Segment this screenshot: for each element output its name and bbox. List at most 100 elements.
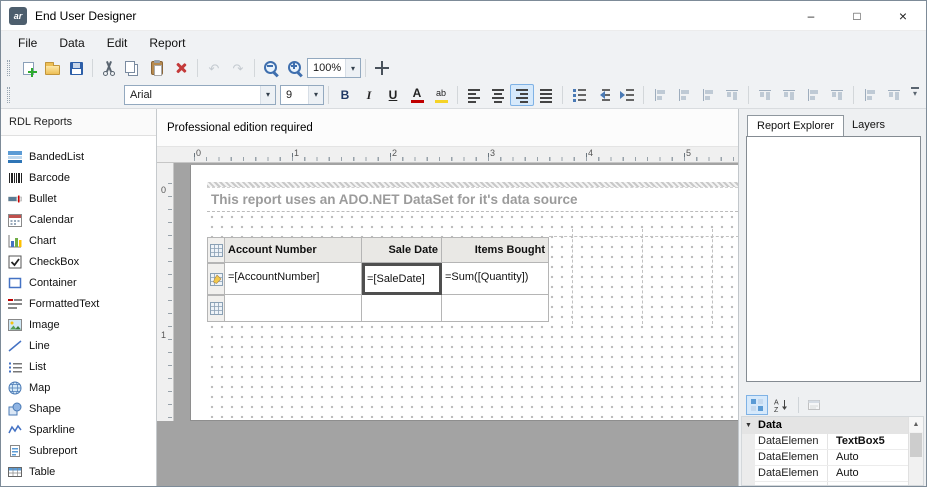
bold-button[interactable]: B — [333, 84, 357, 106]
table-footer-cell[interactable] — [362, 295, 442, 322]
toolbox-item-bullet[interactable]: Bullet — [1, 188, 156, 209]
property-row[interactable]: DataElemen Auto — [742, 466, 908, 482]
toolbox-item-calendar[interactable]: Calendar — [1, 209, 156, 230]
toolbox-item-line[interactable]: Line — [1, 335, 156, 356]
categorized-view-button[interactable] — [746, 395, 768, 415]
property-row-partial[interactable] — [742, 482, 908, 485]
table-header-cell-account-number[interactable]: Account Number — [225, 237, 362, 263]
align-left-button[interactable] — [462, 84, 486, 106]
copy-button[interactable] — [121, 57, 145, 79]
toolbox-item-sparkline[interactable]: Sparkline — [1, 419, 156, 440]
highlight-color-button[interactable]: ab — [429, 84, 453, 106]
align-middles-button[interactable] — [753, 84, 777, 106]
tab-report-explorer[interactable]: Report Explorer — [747, 115, 845, 136]
align-rights-button[interactable] — [696, 84, 720, 106]
menu-file[interactable]: File — [7, 32, 48, 55]
toolbox-item-shape[interactable]: Shape — [1, 398, 156, 419]
align-right-button[interactable] — [510, 83, 534, 106]
toolbox-item-table[interactable]: Table — [1, 461, 156, 482]
decrease-indent-button[interactable] — [591, 84, 615, 106]
underline-button[interactable]: U — [381, 84, 405, 106]
bullet-list-button[interactable] — [567, 84, 591, 106]
menu-edit[interactable]: Edit — [96, 32, 139, 55]
table-footer-cell[interactable] — [225, 295, 362, 322]
font-name-combobox[interactable]: Arial ▾ — [124, 84, 276, 105]
property-value[interactable] — [832, 482, 908, 485]
property-pages-button[interactable] — [803, 395, 825, 415]
menu-report[interactable]: Report — [138, 32, 196, 55]
table-header-cell-items-bought[interactable]: Items Bought — [442, 237, 549, 263]
align-center-button[interactable] — [486, 84, 510, 106]
toolbar-grip[interactable] — [7, 86, 10, 103]
toolbox-item-image[interactable]: Image — [1, 314, 156, 335]
toolbar-separator — [798, 397, 799, 413]
align-lefts-button[interactable] — [648, 84, 672, 106]
design-canvas[interactable]: This report uses an ADO.NET DataSet for … — [174, 163, 738, 486]
redo-button[interactable]: ↷ — [226, 57, 250, 79]
table-header-cell-sale-date[interactable]: Sale Date — [362, 237, 442, 263]
increase-indent-button[interactable] — [615, 84, 639, 106]
align-justify-button[interactable] — [534, 84, 558, 106]
table-detail-row-handle[interactable] — [207, 263, 225, 295]
same-height-icon — [830, 87, 844, 102]
scroll-up-button[interactable]: ▲ — [909, 417, 923, 432]
close-button[interactable]: × — [880, 1, 926, 30]
maximize-button[interactable]: □ — [834, 1, 880, 30]
align-bottoms-button[interactable] — [777, 84, 801, 106]
undo-button[interactable]: ↶ — [202, 57, 226, 79]
align-tops-button[interactable] — [720, 84, 744, 106]
font-color-button[interactable]: A — [405, 84, 429, 106]
toolbox-item-map[interactable]: Map — [1, 377, 156, 398]
zoom-out-button[interactable] — [259, 57, 283, 79]
delete-button[interactable] — [169, 57, 193, 79]
table-footer-row-handle[interactable] — [207, 295, 225, 322]
snap-to-grid-button[interactable] — [882, 84, 906, 106]
table-footer-cell[interactable] — [442, 295, 549, 322]
same-height-button[interactable] — [825, 84, 849, 106]
property-value[interactable]: TextBox5 — [832, 434, 908, 449]
toolbox-item-list[interactable]: List — [1, 356, 156, 377]
report-explorer-tree[interactable] — [746, 136, 921, 382]
report-title-textbox[interactable]: This report uses an ADO.NET DataSet for … — [207, 187, 738, 212]
property-category-data[interactable]: ▼ Data — [742, 417, 908, 434]
toolbox-item-barcode[interactable]: Barcode — [1, 167, 156, 188]
scroll-thumb[interactable] — [910, 433, 922, 457]
alphabetical-sort-button[interactable]: AZ — [770, 395, 792, 415]
table-cell-accountnumber[interactable]: =[AccountNumber] — [225, 263, 362, 295]
properties-scrollbar[interactable]: ▲ — [908, 417, 923, 485]
toolbox-item-chart[interactable]: Chart — [1, 230, 156, 251]
property-row[interactable]: DataElemen TextBox5 — [742, 434, 908, 450]
tab-layers[interactable]: Layers — [843, 115, 894, 136]
font-size-combobox[interactable]: 9 ▾ — [280, 84, 324, 105]
zoom-level-combobox[interactable]: 100% ▾ — [307, 58, 361, 78]
align-centers-button[interactable] — [672, 84, 696, 106]
category-collapse-icon[interactable]: ▼ — [745, 417, 752, 434]
save-button[interactable] — [64, 57, 88, 79]
property-value[interactable]: Auto — [832, 450, 908, 465]
menu-data[interactable]: Data — [48, 32, 95, 55]
report-page[interactable]: This report uses an ADO.NET DataSet for … — [190, 165, 738, 421]
italic-button[interactable]: I — [357, 84, 381, 106]
property-row[interactable]: DataElemen Auto — [742, 450, 908, 466]
toolbox-item-subreport[interactable]: Subreport — [1, 440, 156, 461]
toolbox-item-checkbox[interactable]: CheckBox — [1, 251, 156, 272]
same-width-button[interactable] — [801, 84, 825, 106]
cut-button[interactable] — [97, 57, 121, 79]
paste-button[interactable] — [145, 57, 169, 79]
pan-button[interactable] — [370, 57, 394, 79]
table-cell-saledate-selected[interactable]: =[SaleDate] — [362, 263, 442, 295]
toolbox-item-container[interactable]: Container — [1, 272, 156, 293]
report-table[interactable]: Account Number Sale Date Items Bought =[… — [207, 237, 549, 322]
zoom-in-button[interactable] — [283, 57, 307, 79]
new-report-button[interactable] — [16, 57, 40, 79]
table-header-row-handle[interactable] — [207, 237, 225, 263]
property-value[interactable]: Auto — [832, 466, 908, 481]
toolbox-item-formattedtext[interactable]: FormattedText — [1, 293, 156, 314]
toolbox-item-bandedlist[interactable]: BandedList — [1, 146, 156, 167]
table-cell-quantity[interactable]: =Sum([Quantity]) — [442, 263, 549, 295]
minimize-button[interactable]: – — [788, 1, 834, 30]
open-button[interactable] — [40, 57, 64, 79]
toolbar-overflow-button[interactable]: ▾ — [909, 87, 921, 98]
same-size-button[interactable] — [858, 84, 882, 106]
toolbar-grip[interactable] — [7, 60, 10, 76]
